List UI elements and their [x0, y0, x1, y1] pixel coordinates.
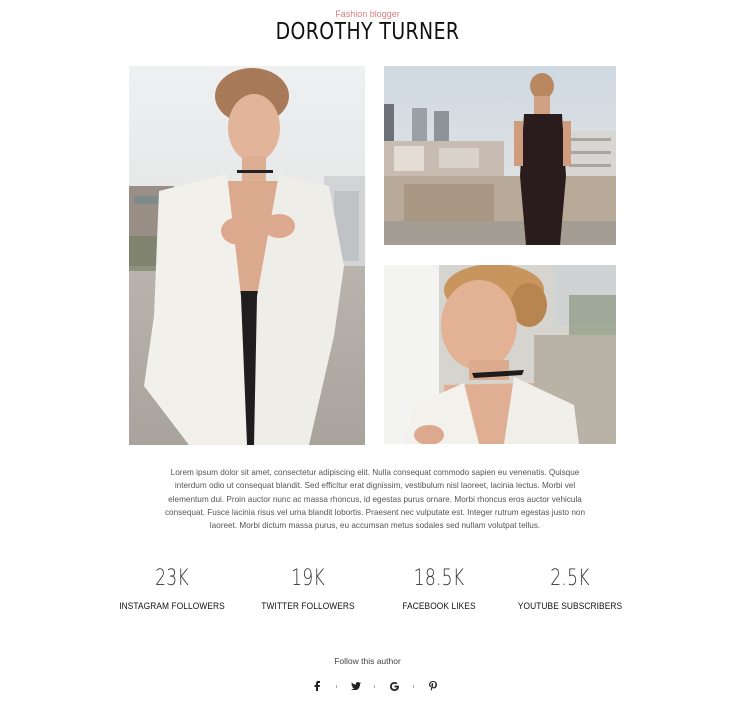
google-icon[interactable] [387, 680, 401, 692]
separator [413, 684, 415, 688]
stat-value: 19K [291, 566, 325, 591]
photo-main-portrait [129, 66, 365, 445]
photo-rooftop-city [384, 66, 616, 245]
author-role: Fashion blogger [335, 9, 400, 19]
follow-author-label: Follow this author [334, 656, 401, 666]
separator [374, 684, 376, 688]
stat-facebook: 18.5K FACEBOOK LIKES [379, 565, 499, 612]
stat-label: FACEBOOK LIKES [402, 601, 476, 612]
twitter-icon[interactable] [349, 680, 363, 692]
separator [335, 684, 337, 688]
facebook-icon[interactable] [310, 680, 324, 692]
stat-value: 23K [155, 566, 189, 591]
author-bio: Lorem ipsum dolor sit amet, consectetur … [164, 468, 586, 531]
stat-label: TWITTER FOLLOWERS [261, 601, 355, 612]
stat-value: 18.5K [413, 566, 465, 591]
social-links [310, 679, 440, 693]
stat-value: 2.5K [550, 566, 590, 591]
photo-closeup-portrait [384, 265, 616, 444]
author-name: DOROTHY TURNER [275, 19, 460, 45]
stat-label: INSTAGRAM FOLLOWERS [119, 601, 225, 612]
stat-twitter: 19K TWITTER FOLLOWERS [248, 565, 368, 612]
stat-label: YOUTUBE SUBSCRIBERS [517, 601, 623, 612]
stat-instagram: 23K INSTAGRAM FOLLOWERS [112, 565, 232, 612]
pinterest-icon[interactable] [426, 680, 440, 692]
stat-youtube: 2.5K YOUTUBE SUBSCRIBERS [510, 565, 630, 612]
